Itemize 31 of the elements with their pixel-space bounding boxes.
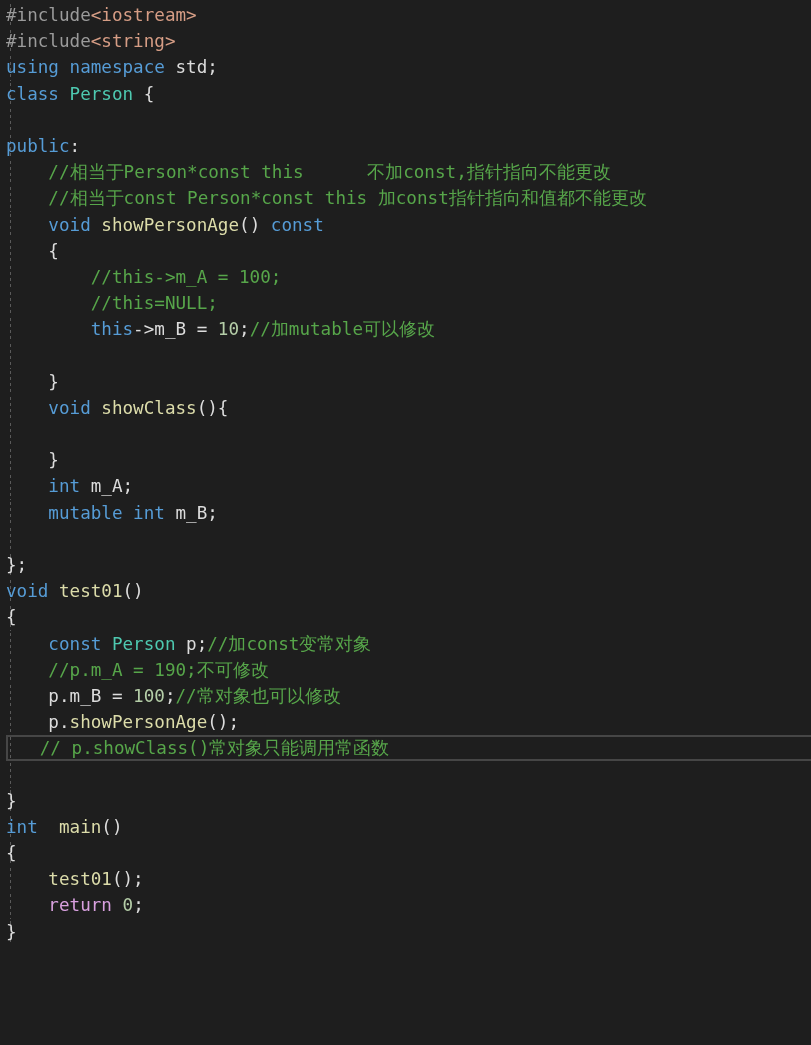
code-line: int main() xyxy=(6,815,123,839)
code-line: void showClass(){ xyxy=(47,396,229,420)
code-line: }; xyxy=(6,554,28,578)
code-line: // p.showClass()常对象只能调用常函数 xyxy=(38,737,390,761)
code-line: #include<iostream> xyxy=(6,4,197,28)
code-line: mutable int m_B; xyxy=(47,501,218,525)
code-line: #include<string> xyxy=(6,30,176,54)
code-line: const Person p;//加const变常对象 xyxy=(47,632,372,656)
code-line: p.showPersonAge(); xyxy=(47,711,240,735)
code-line: this->m_B = 10;//加mutable可以修改 xyxy=(89,318,435,342)
code-line: public: xyxy=(6,135,81,159)
code-line: return 0; xyxy=(47,894,144,918)
code-line: using namespace std; xyxy=(6,56,218,80)
code-line: { xyxy=(47,239,59,263)
code-line: p.m_B = 100;//常对象也可以修改 xyxy=(47,684,341,708)
code-line: void showPersonAge() const xyxy=(47,213,324,237)
code-line: //this=NULL; xyxy=(89,292,218,316)
code-line: //相当于const Person*const this 加const指针指向和值都不能更改 xyxy=(47,187,647,211)
code-line: void test01() xyxy=(6,580,144,604)
code-line: { xyxy=(6,606,17,630)
code-line: //相当于Person*const this 不加const,指针指向不能更改 xyxy=(47,161,611,185)
code-line: { xyxy=(6,842,17,866)
code-line: test01(); xyxy=(47,868,144,892)
code-line: } xyxy=(6,920,17,944)
code-line: } xyxy=(6,789,17,813)
code-line: } xyxy=(47,449,59,473)
code-line: int m_A; xyxy=(47,475,134,499)
code-line: //p.m_A = 190;不可修改 xyxy=(47,658,269,682)
code-line: //this->m_A = 100; xyxy=(89,265,282,289)
code-line: class Person { xyxy=(6,82,155,106)
code-line: } xyxy=(47,370,59,394)
